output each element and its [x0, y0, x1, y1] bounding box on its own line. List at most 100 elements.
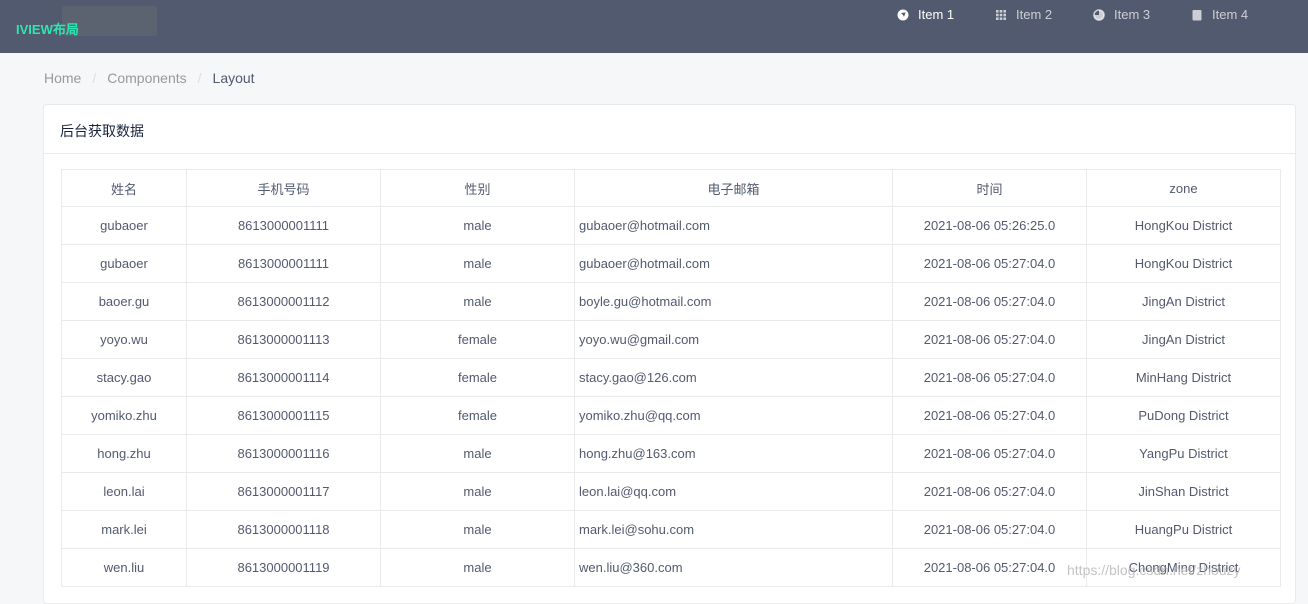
cell-email: gubaoer@hotmail.com [574, 244, 893, 283]
cell-email: leon.lai@qq.com [574, 472, 893, 511]
data-card: 后台获取数据 姓名 手机号码 性别 电子邮箱 时间 zone gubaoer 86… [43, 104, 1296, 604]
grid-icon [996, 9, 1006, 20]
cell-phone: 8613000001112 [186, 282, 381, 321]
cell-email: wen.liu@360.com [574, 548, 893, 587]
cell-time: 2021-08-06 05:27:04.0 [892, 510, 1087, 549]
cell-gender: female [380, 358, 575, 397]
table-body: gubaoer 8613000001111 male gubaoer@hotmail.… [61, 206, 1281, 587]
cell-name: mark.lei [61, 510, 187, 549]
table-row[interactable]: yoyo.wu 8613000001113 female yoyo.wu@gmail.… [61, 320, 1281, 359]
card-title: 后台获取数据 [44, 105, 1295, 154]
cell-phone: 8613000001118 [186, 510, 381, 549]
cell-zone: PuDong District [1086, 396, 1281, 435]
app-logo: IVIEW布局 [16, 22, 79, 37]
column-header-zone: zone [1086, 169, 1281, 207]
cell-name: leon.lai [61, 472, 187, 511]
column-header-gender: 性别 [380, 169, 575, 207]
cell-gender: male [380, 434, 575, 473]
breadcrumb: Home / Components / Layout [44, 70, 255, 86]
menu-item-label: Item 1 [918, 7, 955, 22]
table-row[interactable]: stacy.gao 8613000001114 female stacy.gao@12… [61, 358, 1281, 397]
cell-gender: male [380, 510, 575, 549]
cell-gender: male [380, 472, 575, 511]
cell-gender: male [380, 244, 575, 283]
cell-time: 2021-08-06 05:27:04.0 [892, 244, 1087, 283]
table-row[interactable]: gubaoer 8613000001111 male gubaoer@hotmail.… [61, 244, 1281, 283]
table-row[interactable]: hong.zhu 8613000001116 male hong.zhu@163.co… [61, 434, 1281, 473]
cell-gender: male [380, 548, 575, 587]
cell-zone: MinHang District [1086, 358, 1281, 397]
cell-phone: 8613000001111 [186, 206, 381, 245]
breadcrumb-layout: Layout [212, 70, 255, 86]
cell-phone: 8613000001117 [186, 472, 381, 511]
column-header-name: 姓名 [61, 169, 187, 207]
cell-email: boyle.gu@hotmail.com [574, 282, 893, 321]
menu-item-label: Item 4 [1212, 7, 1249, 22]
table-row[interactable]: baoer.gu 8613000001112 male boyle.gu@hotmai… [61, 282, 1281, 321]
column-header-time: 时间 [892, 169, 1087, 207]
cell-email: hong.zhu@163.com [574, 434, 893, 473]
breadcrumb-separator: / [197, 70, 202, 86]
breadcrumb-components[interactable]: Components [107, 70, 186, 86]
cell-gender: female [380, 396, 575, 435]
cell-zone: HongKou District [1086, 206, 1281, 245]
cell-time: 2021-08-06 05:27:04.0 [892, 320, 1087, 359]
menu-item-1[interactable]: Item 1 [897, 0, 954, 53]
cell-name: hong.zhu [61, 434, 187, 473]
cell-zone: JinShan District [1086, 472, 1281, 511]
menu-item-label: Item 2 [1016, 7, 1053, 22]
data-table: 姓名 手机号码 性别 电子邮箱 时间 zone gubaoer 861300000… [61, 169, 1281, 587]
cell-email: yomiko.zhu@qq.com [574, 396, 893, 435]
table-header-row: 姓名 手机号码 性别 电子邮箱 时间 zone [61, 169, 1281, 207]
cell-time: 2021-08-06 05:27:04.0 [892, 548, 1087, 587]
cell-time: 2021-08-06 05:26:25.0 [892, 206, 1087, 245]
cell-zone: HongKou District [1086, 244, 1281, 283]
table-row[interactable]: leon.lai 8613000001117 male leon.lai@qq.com… [61, 472, 1281, 511]
cell-email: stacy.gao@126.com [574, 358, 893, 397]
table-row[interactable]: mark.lei 8613000001118 male mark.lei@sohu.c… [61, 510, 1281, 549]
column-header-phone: 手机号码 [186, 169, 381, 207]
cell-phone: 8613000001111 [186, 244, 381, 283]
cell-time: 2021-08-06 05:27:04.0 [892, 472, 1087, 511]
breadcrumb-home[interactable]: Home [44, 70, 81, 86]
cell-time: 2021-08-06 05:27:04.0 [892, 434, 1087, 473]
watermark: https://blog.csdn.net/zhouzy [1067, 562, 1241, 578]
menu-item-2[interactable]: Item 2 [995, 0, 1052, 53]
cell-phone: 8613000001115 [186, 396, 381, 435]
cell-name: wen.liu [61, 548, 187, 587]
cell-name: gubaoer [61, 244, 187, 283]
top-header: IVIEW布局 Item 1 Item 2 Item 3 Item 4 [0, 0, 1308, 53]
pie-chart-icon [1093, 8, 1105, 21]
table-row[interactable]: gubaoer 8613000001111 male gubaoer@hotmail.… [61, 206, 1281, 245]
cell-phone: 8613000001114 [186, 358, 381, 397]
document-icon [1192, 9, 1202, 20]
cell-time: 2021-08-06 05:27:04.0 [892, 358, 1087, 397]
cell-zone: JingAn District [1086, 320, 1281, 359]
cell-name: gubaoer [61, 206, 187, 245]
cell-name: yoyo.wu [61, 320, 187, 359]
cell-gender: male [380, 206, 575, 245]
cell-phone: 8613000001119 [186, 548, 381, 587]
cell-zone: YangPu District [1086, 434, 1281, 473]
cell-name: baoer.gu [61, 282, 187, 321]
navigation-icon [897, 9, 909, 20]
cell-email: mark.lei@sohu.com [574, 510, 893, 549]
breadcrumb-separator: / [92, 70, 97, 86]
cell-phone: 8613000001116 [186, 434, 381, 473]
cell-zone: JingAn District [1086, 282, 1281, 321]
cell-time: 2021-08-06 05:27:04.0 [892, 282, 1087, 321]
cell-zone: HuangPu District [1086, 510, 1281, 549]
cell-name: yomiko.zhu [61, 396, 187, 435]
menu-item-3[interactable]: Item 3 [1093, 0, 1150, 53]
menu-item-label: Item 3 [1114, 7, 1151, 22]
cell-time: 2021-08-06 05:27:04.0 [892, 396, 1087, 435]
column-header-email: 电子邮箱 [574, 169, 893, 207]
cell-gender: male [380, 282, 575, 321]
table-row[interactable]: yomiko.zhu 8613000001115 female yomiko.zhu@… [61, 396, 1281, 435]
cell-phone: 8613000001113 [186, 320, 381, 359]
menu-item-4[interactable]: Item 4 [1191, 0, 1248, 53]
cell-name: stacy.gao [61, 358, 187, 397]
cell-email: gubaoer@hotmail.com [574, 206, 893, 245]
cell-gender: female [380, 320, 575, 359]
cell-email: yoyo.wu@gmail.com [574, 320, 893, 359]
